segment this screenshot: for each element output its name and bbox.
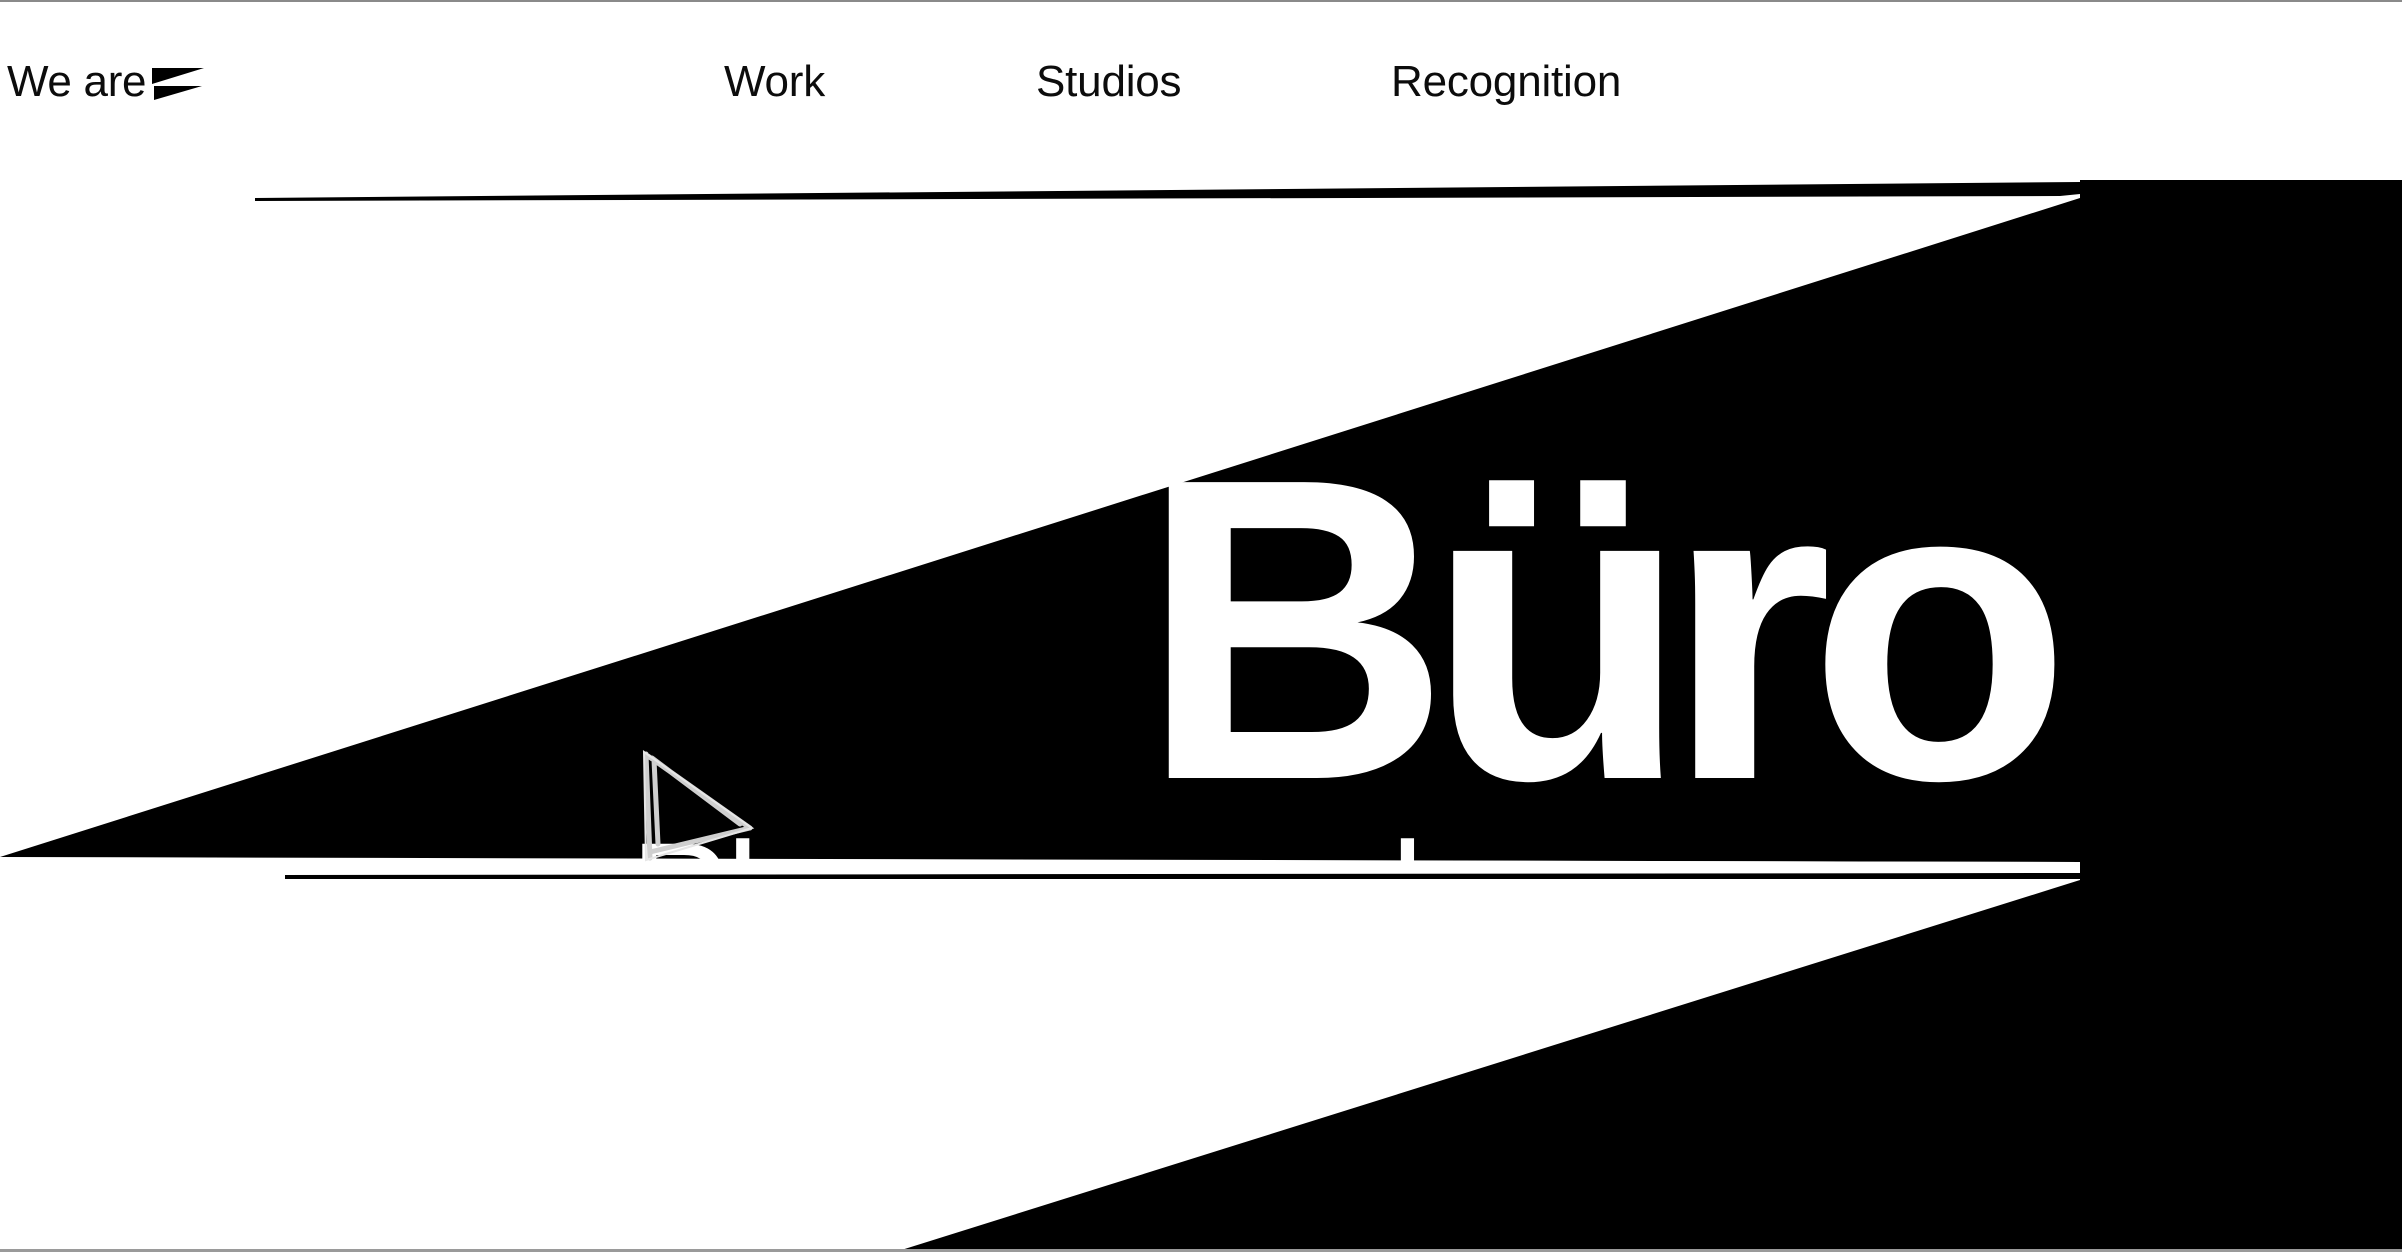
brand-link[interactable]: We are [7, 54, 205, 110]
buro-flag-icon [152, 68, 205, 100]
play-triangle-icon [642, 750, 755, 862]
reel-button[interactable]: Play our reel [640, 740, 1780, 870]
brand-text: We are [7, 57, 147, 106]
nav-studios[interactable]: Studios [1036, 54, 1182, 110]
nav-recognition[interactable]: Recognition [1391, 54, 1621, 110]
hero: Büro Play our reel [0, 0, 2402, 1252]
site-header: We are Work Studios Recognition [0, 0, 2402, 160]
hero-black-panel [2080, 180, 2402, 1252]
hero-lower-wedge [895, 880, 2080, 1252]
nav-work[interactable]: Work [724, 54, 825, 110]
hero-top-stroke [255, 182, 2080, 201]
